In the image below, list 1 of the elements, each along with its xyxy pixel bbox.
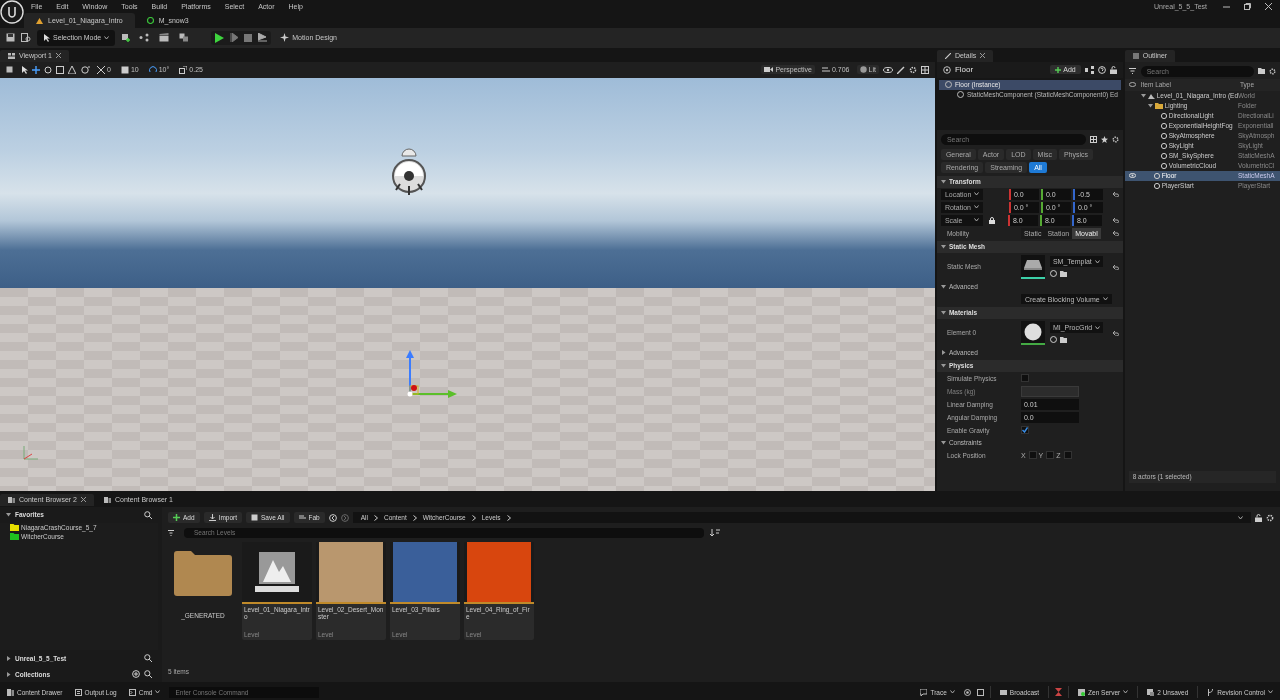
actor-name: Floor xyxy=(954,65,975,75)
